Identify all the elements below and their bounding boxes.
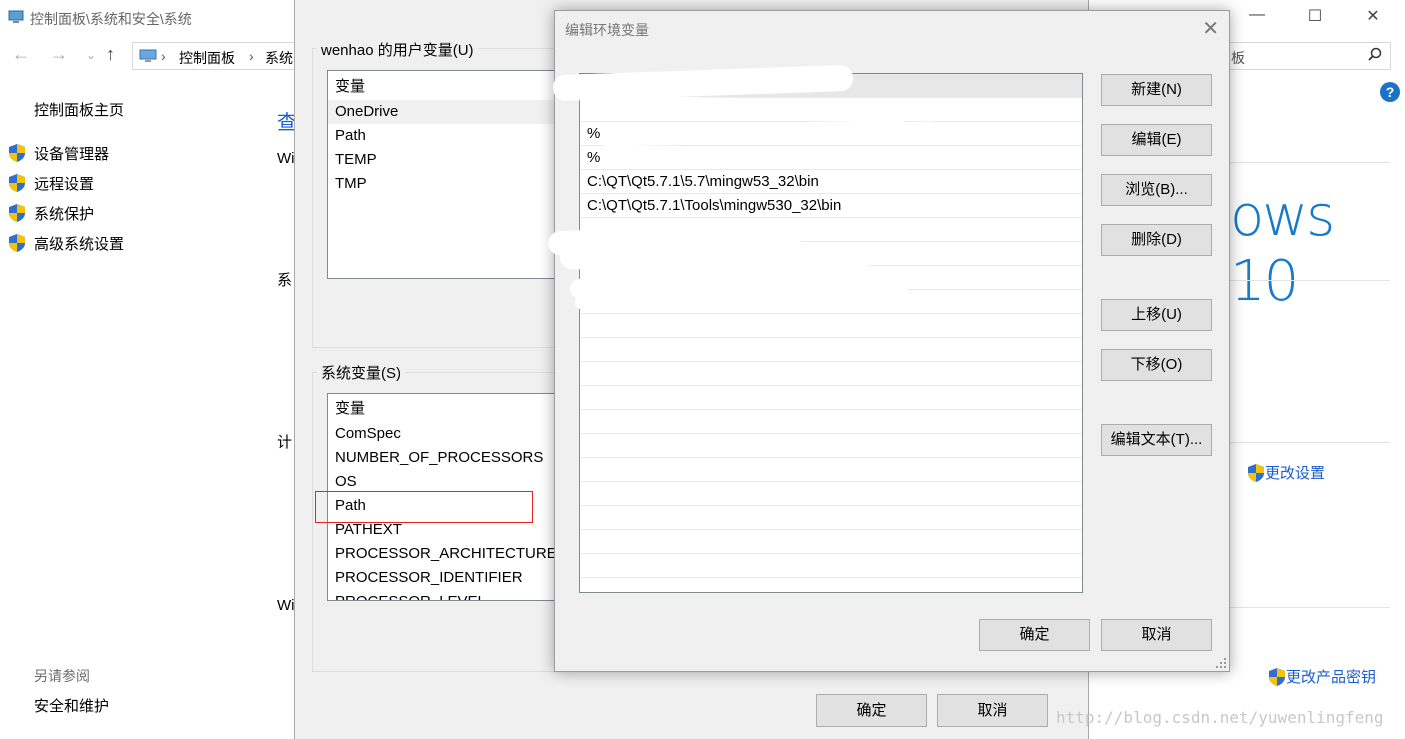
- list-item: [580, 386, 1082, 410]
- close-icon[interactable]: ✕: [1358, 6, 1388, 26]
- dialog-title: 编辑环境变量: [565, 22, 649, 38]
- list-item[interactable]: PROCESSOR_IDENTIFIER: [335, 566, 523, 590]
- list-item: [580, 578, 1082, 592]
- system-section-fragment: 系: [277, 272, 293, 289]
- user-variables-list[interactable]: 变量 OneDrive Path TEMP TMP: [327, 70, 567, 279]
- list-item: [580, 482, 1082, 506]
- change-settings-label: 更改设置: [1265, 465, 1326, 482]
- up-arrow-icon[interactable]: ↑: [106, 44, 115, 65]
- divider: [1230, 607, 1390, 608]
- search-input[interactable]: 板: [1228, 42, 1391, 70]
- computer-name-fragment: 计: [277, 434, 293, 451]
- edit-cancel-button[interactable]: 取消: [1101, 619, 1212, 651]
- system-protection-label: 系统保护: [34, 205, 95, 223]
- path-highlight-box: [315, 491, 533, 523]
- divider: [1230, 162, 1390, 163]
- list-item: [580, 530, 1082, 554]
- column-header-variable[interactable]: 变量: [335, 75, 365, 99]
- breadcrumb-separator-icon: ›: [161, 48, 166, 64]
- minimize-icon[interactable]: —: [1242, 6, 1272, 24]
- list-item[interactable]: PROCESSOR_ARCHITECTURE: [335, 542, 557, 566]
- control-panel-app-icon: [8, 10, 24, 23]
- windows-activation-fragment: Wi: [277, 597, 295, 614]
- search-icon[interactable]: [1368, 47, 1382, 61]
- windows-edition-fragment: Wi: [277, 150, 295, 167]
- breadcrumb-separator-icon: ›: [249, 48, 254, 64]
- change-product-key-link[interactable]: 更改产品密钥: [1268, 666, 1376, 687]
- list-item[interactable]: OneDrive: [328, 100, 558, 124]
- search-placeholder: 板: [1231, 50, 1245, 66]
- system-protection-link[interactable]: 系统保护: [8, 201, 94, 225]
- change-settings-link[interactable]: 更改设置: [1247, 462, 1325, 483]
- path-entry-text: %: [587, 125, 601, 142]
- list-item: [580, 362, 1082, 386]
- computer-icon: [139, 49, 157, 62]
- list-item[interactable]: TEMP: [335, 148, 377, 172]
- list-item[interactable]: C:\QT\Qt5.7.1\5.7\mingw53_32\bin: [580, 170, 1082, 194]
- breadcrumb-item-control-panel[interactable]: 控制面板: [179, 48, 235, 68]
- list-item: [580, 554, 1082, 578]
- env-ok-button[interactable]: 确定: [816, 694, 927, 727]
- list-item[interactable]: C:\QT\Qt5.7.1\Tools\mingw530_32\bin: [580, 194, 1082, 218]
- list-item: [580, 434, 1082, 458]
- left-pane: 控制面板主页 设备管理器 远程设置 系统保护 高级系统设置 另请参阅 安全和维护: [0, 90, 280, 730]
- list-item: [580, 314, 1082, 338]
- uac-shield-icon: [1269, 667, 1285, 686]
- delete-button[interactable]: 删除(D): [1101, 224, 1212, 256]
- chevron-down-icon[interactable]: ⌄: [86, 48, 96, 62]
- divider: [1230, 280, 1390, 281]
- edit-ok-button[interactable]: 确定: [979, 619, 1090, 651]
- path-entry-text: %: [587, 149, 601, 166]
- control-panel-home-link[interactable]: 控制面板主页: [34, 99, 124, 120]
- user-variables-label: wenhao 的用户变量(U): [317, 39, 478, 60]
- list-item: [580, 506, 1082, 530]
- security-maintenance-link[interactable]: 安全和维护: [34, 695, 109, 716]
- uac-shield-icon: [9, 174, 25, 192]
- breadcrumb-item-system[interactable]: 系统: [265, 48, 293, 68]
- list-item[interactable]: Path: [335, 124, 366, 148]
- list-item[interactable]: NUMBER_OF_PROCESSORS: [335, 446, 543, 470]
- windows-10-logo: ows 10: [1230, 184, 1335, 314]
- advanced-system-settings-link[interactable]: 高级系统设置: [8, 231, 124, 255]
- list-item[interactable]: PROCESSOR_LEVEL: [335, 590, 486, 600]
- forward-arrow-icon[interactable]: →: [50, 44, 68, 65]
- edit-text-button[interactable]: 编辑文本(T)...: [1101, 424, 1212, 456]
- help-icon[interactable]: ?: [1380, 82, 1400, 102]
- device-manager-link[interactable]: 设备管理器: [8, 141, 109, 165]
- close-icon[interactable]: ✕: [1202, 16, 1219, 41]
- path-entry-text: C:\QT\Qt5.7.1\Tools\mingw530_32\bin: [587, 197, 842, 214]
- remote-settings-label: 远程设置: [34, 175, 95, 193]
- column-header-variable[interactable]: 变量: [335, 397, 365, 421]
- resize-grip-icon[interactable]: [1215, 657, 1227, 669]
- divider: [1230, 442, 1390, 443]
- advanced-system-settings-label: 高级系统设置: [34, 235, 125, 253]
- back-arrow-icon[interactable]: ←: [12, 44, 30, 65]
- move-down-button[interactable]: 下移(O): [1101, 349, 1212, 381]
- new-button[interactable]: 新建(N): [1101, 74, 1212, 106]
- browse-button[interactable]: 浏览(B)...: [1101, 174, 1212, 206]
- watermark-text: http://blog.csdn.net/yuwenlingfeng: [1056, 708, 1384, 727]
- uac-shield-icon: [1248, 463, 1264, 482]
- env-cancel-button[interactable]: 取消: [937, 694, 1048, 727]
- uac-shield-icon: [9, 144, 25, 162]
- maximize-icon[interactable]: ☐: [1300, 6, 1330, 26]
- system-variables-label: 系统变量(S): [317, 362, 405, 383]
- address-bar[interactable]: › 控制面板 › 系统: [132, 42, 297, 70]
- move-up-button[interactable]: 上移(U): [1101, 299, 1212, 331]
- device-manager-label: 设备管理器: [34, 145, 110, 163]
- see-also-heading: 另请参阅: [34, 668, 90, 684]
- list-item[interactable]: TMP: [335, 172, 367, 196]
- uac-shield-icon: [9, 204, 25, 222]
- window-title: 控制面板\系统和安全\系统: [30, 11, 192, 27]
- path-entry-text: C:\QT\Qt5.7.1\5.7\mingw53_32\bin: [587, 173, 819, 190]
- list-item: [580, 338, 1082, 362]
- edit-button[interactable]: 编辑(E): [1101, 124, 1212, 156]
- remote-settings-link[interactable]: 远程设置: [8, 171, 94, 195]
- list-item: [580, 410, 1082, 434]
- list-item[interactable]: ComSpec: [335, 422, 401, 446]
- uac-shield-icon: [9, 234, 25, 252]
- list-item: [580, 458, 1082, 482]
- change-product-key-label: 更改产品密钥: [1286, 669, 1377, 686]
